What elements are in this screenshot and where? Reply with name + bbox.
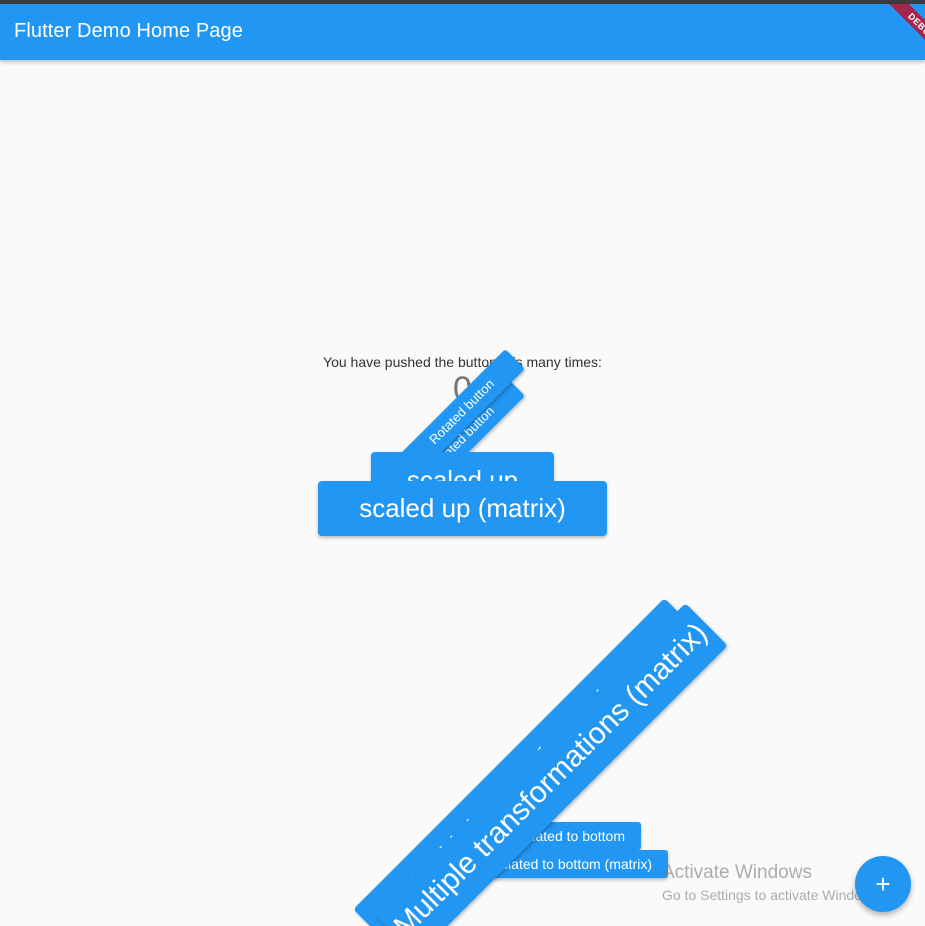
increment-fab[interactable]: +	[855, 856, 911, 912]
counter-label: You have pushed the button this many tim…	[323, 354, 602, 370]
add-icon: +	[875, 869, 891, 899]
app-bar: Flutter Demo Home Page	[0, 4, 925, 60]
activate-windows-title: Activate Windows	[662, 862, 812, 883]
app-bar-title: Flutter Demo Home Page	[14, 20, 243, 42]
scaled-up-matrix-button[interactable]: scaled up (matrix)	[318, 481, 607, 536]
activate-windows-subtitle: Go to Settings to activate Windows.	[662, 887, 883, 903]
app-window: Flutter Demo Home Page DEBUG You have pu…	[0, 0, 925, 926]
